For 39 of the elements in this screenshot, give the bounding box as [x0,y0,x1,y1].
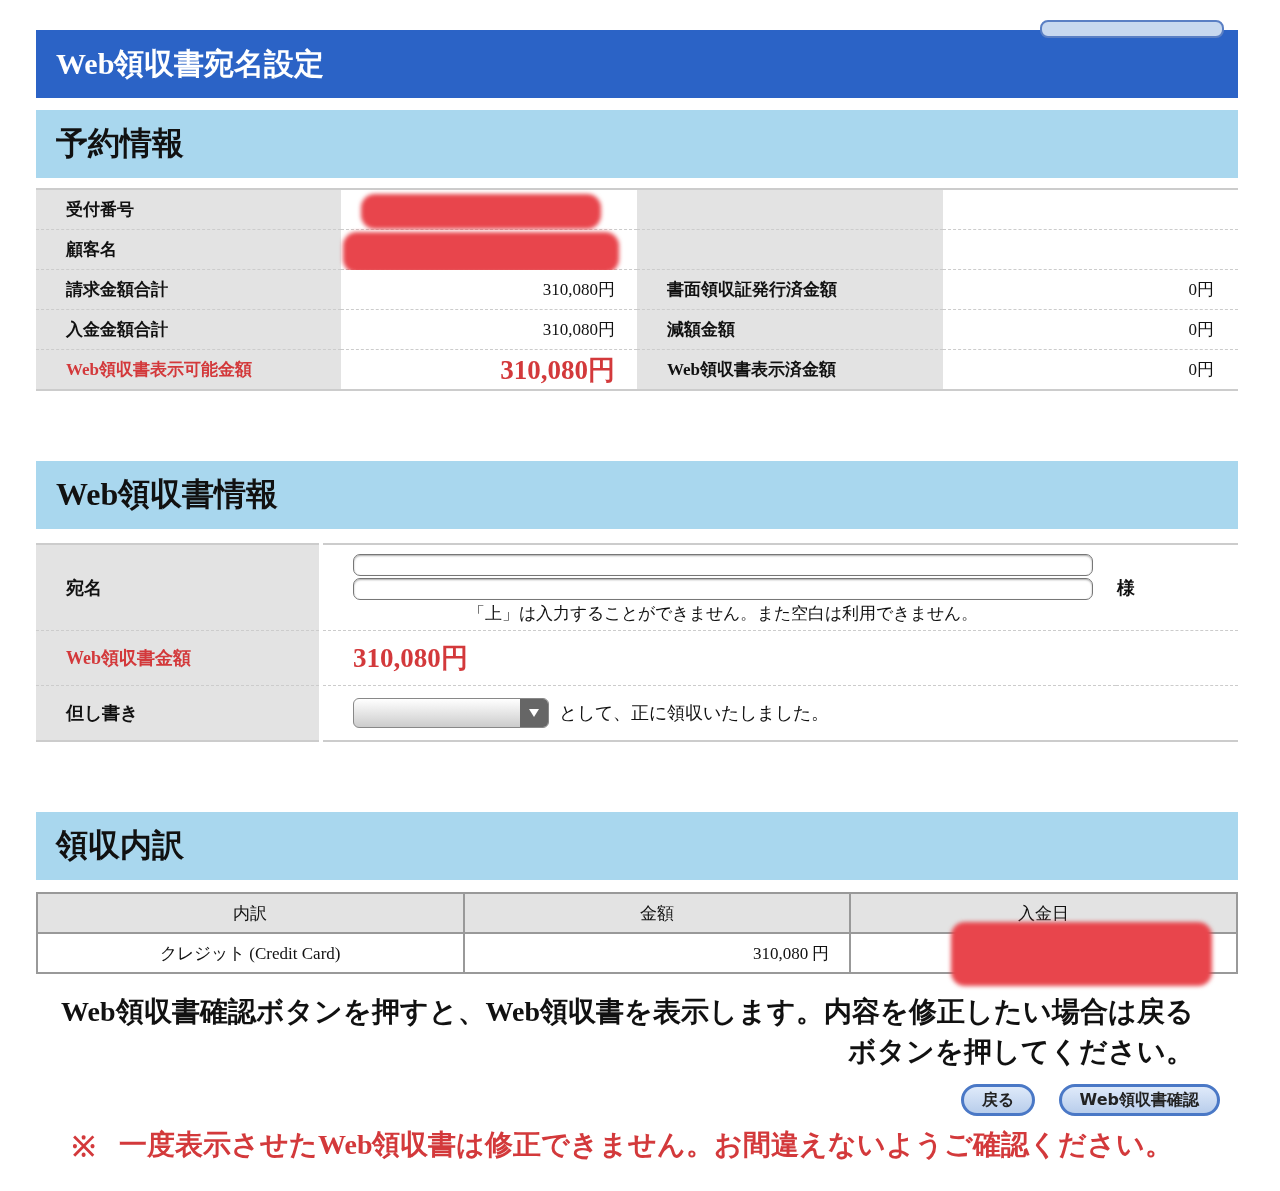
field-label: 減額金額 [667,320,735,339]
field-label: 書面領収証発行済金額 [667,280,837,299]
input-field[interactable] [353,578,1093,600]
column-header: 金額 [463,893,851,933]
field-label: 宛名 [66,577,102,598]
field-label: 請求金額合計 [66,280,168,299]
warning-mark: ※ [72,1130,95,1164]
instruction-text: Web領収書確認ボタンを押すと、Web領収書を表示します。内容を修正したい場合は戻るボタンを押してください。 [60,995,1195,1069]
field-label: 顧客名 [66,240,117,259]
field-value: 0円 [1188,320,1214,339]
field-value: 310,080円 [542,280,615,299]
field-label: 入金金額合計 [66,320,168,339]
table-cell: クレジット (Credit Card) [160,943,341,963]
section-title: 領収内訳 [56,826,184,865]
field-label: 但し書き [66,703,138,723]
section-title: 予約情報 [56,124,184,163]
dropdown-arrow-icon [528,708,540,718]
button-edge[interactable] [1040,20,1224,38]
field-label: 受付番号 [66,200,134,219]
suffix-text: 様 [1117,577,1135,598]
field-value: 0円 [1188,280,1214,299]
dropdown[interactable] [353,698,549,728]
warning-text: 一度表示させたWeb領収書は修正できません。お間違えないようご確認ください。 [119,1128,1174,1162]
field-label: Web領収書表示済金額 [667,360,837,379]
field-value: 0円 [1188,360,1214,379]
section-title: Web領収書情報 [56,475,279,514]
field-label: Web領収書金額 [66,648,191,668]
field-value: 310,080円 [500,354,615,385]
confirm-button[interactable]: Web領収書確認 [1058,1084,1220,1116]
field-value: 310,080円 [353,643,468,673]
back-button[interactable]: 戻る [960,1084,1035,1116]
field-note: 「上」は入力することができません。また空白は利用できません。 [468,603,978,625]
table-cell: 310,080 円 [752,943,830,963]
proviso-text: として、正に領収いたしました。 [559,702,829,725]
page-title: Web領収書宛名設定 [36,30,1238,98]
column-header: 内訳 [37,893,464,933]
field-label: Web領収書表示可能金額 [66,360,253,379]
field-value: 310,080円 [542,320,615,339]
input-field[interactable] [353,554,1093,576]
